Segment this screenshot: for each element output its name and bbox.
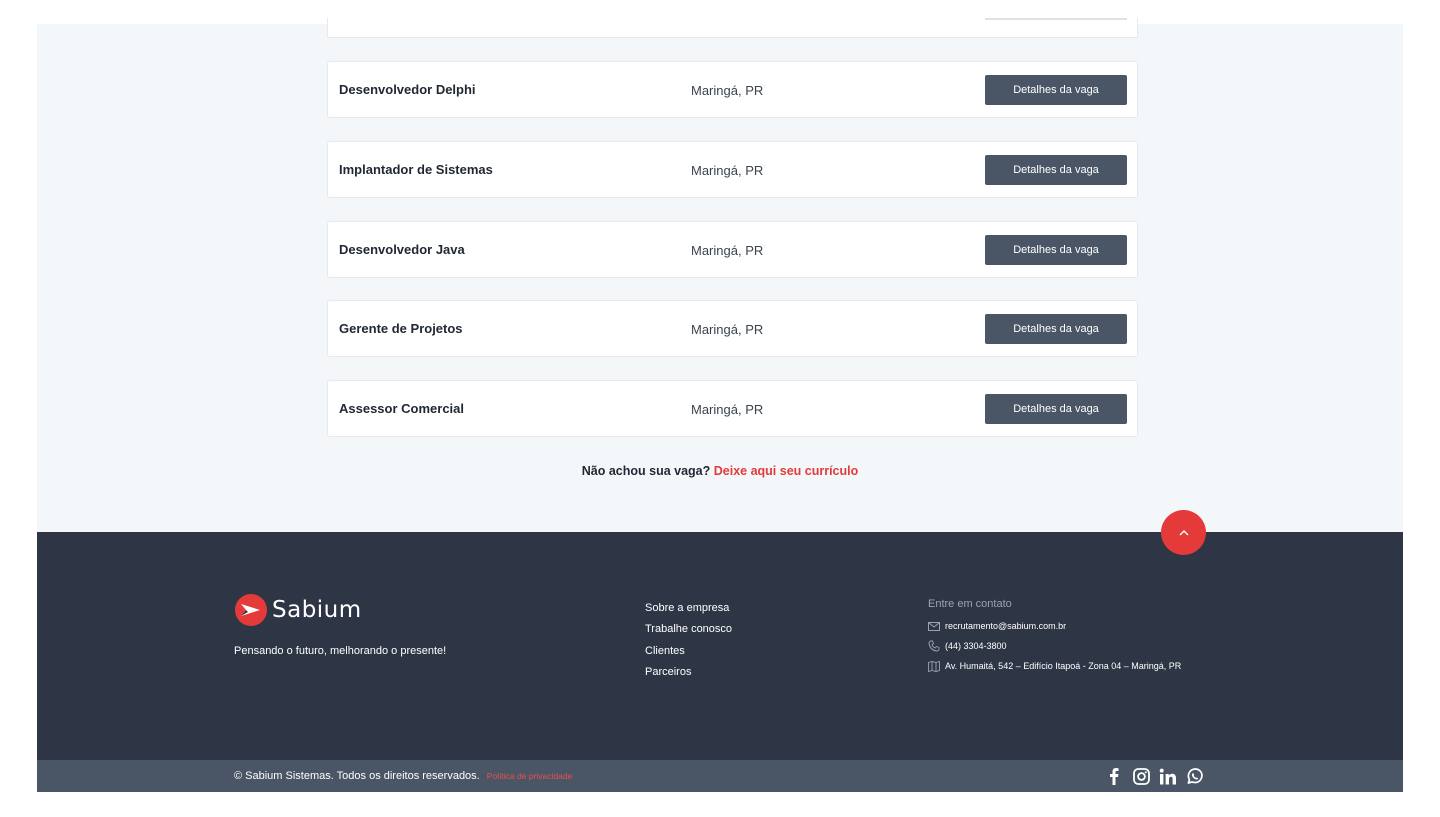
job-card: Desenvolvedor Java Maringá, PR Detalhes … [327, 221, 1138, 278]
logo-text: Sabium [272, 597, 362, 623]
copyright-text: © Sabium Sistemas. Todos os direitos res… [234, 770, 480, 782]
job-card: Desenvolvedor Delphi Maringá, PR Detalhe… [327, 61, 1138, 118]
job-location: Maringá, PR [691, 402, 764, 417]
job-location: Maringá, PR [691, 163, 764, 178]
contact-address-text: Av. Humaitá, 542 – Edifício Itapoá - Zon… [945, 661, 1182, 671]
job-details-button[interactable]: Detalhes da vaga [985, 314, 1127, 344]
job-title: Implantador de Sistemas [339, 162, 493, 177]
contact-email[interactable]: recrutamento@sabium.com.br [928, 616, 1181, 636]
map-icon [928, 660, 940, 672]
footer: Sabium Pensando o futuro, melhorando o p… [37, 532, 1403, 760]
job-location: Maringá, PR [691, 243, 764, 258]
footer-link-partners[interactable]: Parceiros [645, 662, 732, 683]
scroll-to-top-button[interactable] [1161, 510, 1206, 555]
bottom-bar: © Sabium Sistemas. Todos os direitos res… [37, 760, 1403, 792]
linkedin-link[interactable] [1157, 765, 1179, 787]
cta-text: Não achou sua vaga? [581, 464, 711, 478]
contact-phone-text: (44) 3304-3800 [945, 641, 1007, 651]
contact-title: Entre em contato [928, 598, 1012, 610]
job-card: Implantador de Sistemas Maringá, PR Deta… [327, 141, 1138, 198]
sabium-logo[interactable]: Sabium [234, 593, 362, 627]
job-title: Desenvolvedor Delphi [339, 82, 476, 97]
facebook-icon [1110, 768, 1119, 785]
footer-link-careers[interactable]: Trabalhe conosco [645, 619, 732, 640]
facebook-link[interactable] [1103, 765, 1125, 787]
job-location: Maringá, PR [691, 83, 764, 98]
job-details-button[interactable]: Detalhes da vaga [985, 75, 1127, 105]
job-card: Gerente de Projetos Maringá, PR Detalhes… [327, 300, 1138, 357]
footer-link-clients[interactable]: Clientes [645, 641, 732, 662]
job-title: Assessor Comercial [339, 401, 465, 416]
phone-icon [928, 640, 940, 652]
privacy-policy-link[interactable]: Política de privacidade [487, 771, 573, 781]
whatsapp-icon [1187, 768, 1203, 784]
contact-block: Entre em contato recrutamento@sabium.com… [928, 598, 1181, 676]
submit-resume-link[interactable]: Deixe aqui seu currículo [714, 464, 859, 478]
job-details-button[interactable]: Detalhes da vaga [985, 155, 1127, 185]
jobs-section: Desenvolvedor Delphi Maringá, PR Detalhe… [37, 18, 1403, 532]
job-details-button-partial[interactable] [985, 18, 1127, 20]
mail-icon [928, 621, 940, 631]
resume-cta: Não achou sua vaga? Deixe aqui seu currí… [37, 464, 1403, 478]
job-title: Desenvolvedor Java [339, 242, 465, 257]
page: Desenvolvedor Delphi Maringá, PR Detalhe… [37, 18, 1403, 792]
sabium-logo-icon [235, 594, 267, 626]
linkedin-icon [1159, 768, 1176, 784]
job-details-button[interactable]: Detalhes da vaga [985, 235, 1127, 265]
footer-link-about[interactable]: Sobre a empresa [645, 598, 732, 619]
job-card-partial [327, 18, 1138, 38]
tagline: Pensando o futuro, melhorando o presente… [234, 645, 447, 657]
job-location: Maringá, PR [691, 322, 764, 337]
whatsapp-link[interactable] [1184, 765, 1206, 787]
job-card: Assessor Comercial Maringá, PR Detalhes … [327, 380, 1138, 437]
footer-links: Sobre a empresa Trabalhe conosco Cliente… [645, 598, 732, 683]
instagram-icon [1132, 767, 1150, 785]
job-title: Gerente de Projetos [339, 321, 463, 336]
copyright: © Sabium Sistemas. Todos os direitos res… [234, 770, 572, 782]
instagram-link[interactable] [1130, 765, 1152, 787]
job-details-button[interactable]: Detalhes da vaga [985, 394, 1127, 424]
contact-address: Av. Humaitá, 542 – Edifício Itapoá - Zon… [928, 656, 1181, 676]
contact-email-text: recrutamento@sabium.com.br [945, 621, 1067, 631]
chevron-up-icon [1179, 529, 1188, 535]
contact-phone[interactable]: (44) 3304-3800 [928, 636, 1181, 656]
social-links [1103, 765, 1211, 787]
